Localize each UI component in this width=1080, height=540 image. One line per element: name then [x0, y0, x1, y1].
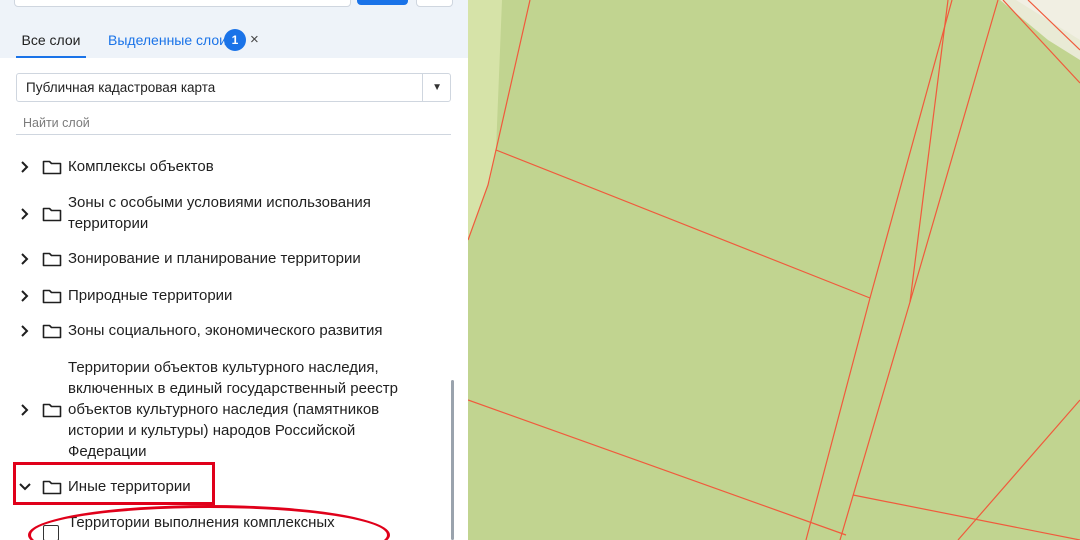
- layer-search-input[interactable]: [16, 112, 423, 134]
- tree-item-cultural-heritage[interactable]: Территории объектов культурного наследия…: [0, 357, 440, 463]
- tree-item-label: Комплексы объектов: [68, 158, 214, 175]
- layers-panel: Все слои Выделенные слои 1 × Публичная к…: [0, 0, 468, 540]
- dropdown-arrow-icon[interactable]: ▼: [432, 74, 442, 102]
- map-view[interactable]: [468, 0, 1080, 540]
- tree-item-label: Зоны социального, экономического развити…: [68, 322, 383, 339]
- tree-item-special-zones[interactable]: Зоны с особыми условиями использования т…: [0, 192, 440, 236]
- layer-tabs: Все слои Выделенные слои 1 ×: [0, 22, 468, 58]
- chevron-right-icon[interactable]: [18, 160, 32, 174]
- chevron-right-icon[interactable]: [18, 403, 32, 417]
- clear-selected-close-icon[interactable]: ×: [250, 22, 259, 58]
- cadastral-map-canvas[interactable]: [468, 0, 1080, 540]
- top-toolbar: [0, 0, 468, 22]
- selected-count-badge: 1: [224, 29, 246, 51]
- annotation-highlight-rectangle: [13, 462, 215, 505]
- folder-icon: [42, 252, 62, 267]
- tree-item-label: Природные территории: [68, 287, 233, 304]
- tree-item-socio-economic[interactable]: Зоны социального, экономического развити…: [0, 320, 440, 342]
- tree-item-label: Зонирование и планирование территории: [68, 250, 361, 267]
- chevron-right-icon[interactable]: [18, 252, 32, 266]
- tree-item-complexes[interactable]: Комплексы объектов: [0, 156, 440, 178]
- tab-selected-layers[interactable]: Выделенные слои: [108, 22, 227, 58]
- tree-item-zoning[interactable]: Зонирование и планирование территории: [0, 248, 440, 270]
- folder-icon: [42, 289, 62, 304]
- layer-source-value: Публичная кадастровая карта: [26, 80, 216, 95]
- layer-search: [16, 112, 451, 135]
- tab-all-layers[interactable]: Все слои: [16, 22, 86, 58]
- tree-item-label: Зоны с особыми условиями использования т…: [68, 194, 371, 232]
- folder-icon: [42, 403, 62, 418]
- tree-item-label: Территории объектов культурного наследия…: [68, 359, 399, 460]
- chevron-right-icon[interactable]: [18, 207, 32, 221]
- folder-icon: [42, 324, 62, 339]
- layer-source-select[interactable]: Публичная кадастровая карта ▼: [16, 73, 451, 102]
- chevron-right-icon[interactable]: [18, 324, 32, 338]
- folder-icon: [42, 207, 62, 222]
- folder-icon: [42, 160, 62, 175]
- address-search-input[interactable]: [14, 0, 351, 7]
- options-button[interactable]: [416, 0, 453, 7]
- chevron-right-icon[interactable]: [18, 289, 32, 303]
- tree-item-natural[interactable]: Природные территории: [0, 285, 440, 307]
- tree-scrollbar[interactable]: [451, 380, 454, 540]
- select-divider: [422, 74, 423, 101]
- search-button[interactable]: [357, 0, 408, 5]
